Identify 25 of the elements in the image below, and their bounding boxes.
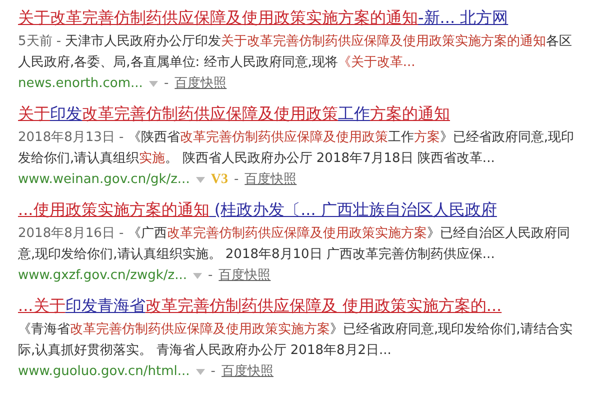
separator-dash: -	[234, 171, 239, 189]
caret-icon[interactable]	[196, 368, 205, 374]
result-url: www.gxzf.gov.cn/zwgk/z...	[18, 267, 187, 285]
snapshot-link[interactable]: 百度快照	[218, 265, 271, 286]
result-url: www.guoluo.gov.cn/html...	[18, 363, 190, 381]
separator-dash: -	[164, 75, 169, 93]
result-title-link[interactable]: 关于印发改革完善仿制药供应保障及使用政策工作方案的通知	[18, 102, 604, 126]
caret-icon[interactable]	[148, 80, 158, 86]
result-title-link[interactable]: ...使用政策实施方案的通知 (桂政办发〔... 广西壮族自治区人民政府	[18, 198, 604, 222]
result-abstract: 5天前 - 天津市人民政府办公厅印发关于改革完善仿制药供应保障及使用政策实施方案的通知各区人民政府,各委、局,各直属单位: 经市人民政府同意,现将《关于改革...	[18, 33, 574, 72]
caret-icon[interactable]	[193, 272, 202, 278]
result-url: news.enorth.com...	[18, 75, 143, 93]
result-abstract: 《青海省改革完善仿制药供应保障及使用政策实施方案》已经省政府同意,现印发给你们,请结合实际,认真抓好贯彻落实。 青海省人民政府办公厅 2018年8月2日...	[18, 321, 574, 360]
verification-label: V3	[210, 171, 228, 189]
separator-dash: -	[208, 267, 213, 285]
result-title-link[interactable]: 关于改革完善仿制药供应保障及使用政策实施方案的通知-新... 北方网	[18, 6, 604, 30]
snapshot-link[interactable]: 百度快照	[174, 73, 227, 94]
snapshot-link[interactable]: 百度快照	[244, 169, 297, 190]
separator-dash: -	[210, 363, 216, 381]
caret-icon[interactable]	[196, 176, 205, 182]
result-abstract: 2018年8月16日 - 《广西改革完善仿制药供应保障及使用政策实施方案》已经自治区人民政府同意,现印发给你们,请认真组织实施。 2018年8月10日 广西改革完善仿制药供应保...	[18, 225, 571, 264]
snapshot-link[interactable]: 百度快照	[222, 361, 274, 382]
result-abstract: 2018年8月13日 - 《陕西省改革完善仿制药供应保障及使用政策工作方案》已经省政府同意,现印发给你们,请认真组织实施。 陕西省人民政府办公厅 2018年7月18日 陕西省改革...	[18, 129, 575, 168]
result-title-link[interactable]: ...关于印发青海省改革完善仿制药供应保障及 使用政策实施方案的...	[18, 294, 604, 318]
result-url: www.weinan.gov.cn/gk/z...	[18, 171, 190, 189]
